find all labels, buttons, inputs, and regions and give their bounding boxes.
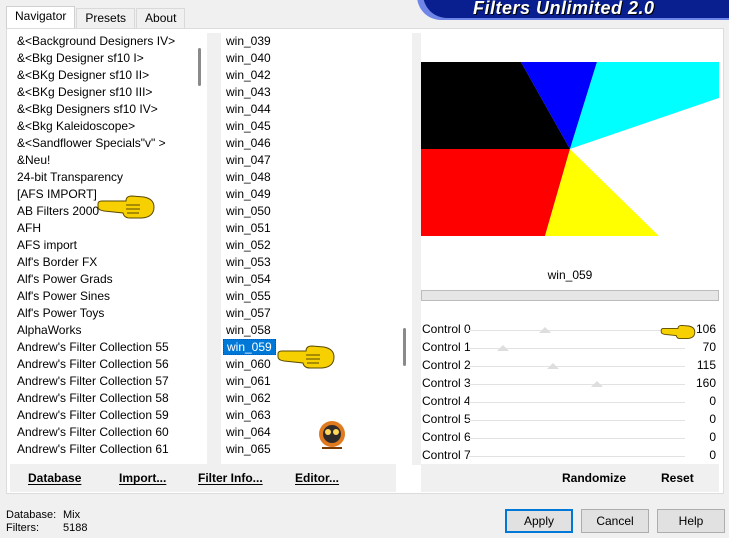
category-item[interactable]: 24-bit Transparency — [12, 169, 190, 186]
filter-item[interactable]: win_048 — [221, 169, 396, 186]
filter-item[interactable]: win_049 — [221, 186, 396, 203]
list-toolbar: Database Import... Filter Info... Editor… — [10, 464, 396, 492]
filter-item[interactable]: win_058 — [221, 322, 396, 339]
category-item[interactable]: Andrew's Filter Collection 58 — [12, 390, 190, 407]
category-item[interactable]: &<Bkg Designers sf10 IV> — [12, 101, 190, 118]
category-item[interactable]: &<Background Designers IV> — [12, 33, 190, 50]
filter-item[interactable]: win_057 — [221, 305, 396, 322]
apply-button[interactable]: Apply — [505, 509, 573, 533]
database-value: Mix — [63, 509, 81, 521]
cancel-button[interactable]: Cancel — [581, 509, 649, 533]
filter-item[interactable]: win_047 — [221, 152, 396, 169]
category-item[interactable]: Alf's Border FX — [12, 254, 190, 271]
list-gutter — [207, 33, 221, 465]
category-item[interactable]: AlphaWorks — [12, 322, 190, 339]
filter-item[interactable]: win_064 — [221, 424, 396, 441]
control-7[interactable]: Control 7 0 — [421, 446, 719, 464]
category-item[interactable]: Andrew's Filter Collection 61 — [12, 441, 190, 458]
filter-item[interactable]: win_050 — [221, 203, 396, 220]
category-item[interactable]: Alf's Power Toys — [12, 305, 190, 322]
filter-item[interactable]: win_039 — [221, 33, 396, 50]
category-list[interactable]: &<Background Designers IV> &<Bkg Designer… — [12, 33, 190, 465]
category-item[interactable]: Alf's Power Grads — [12, 271, 190, 288]
category-item[interactable]: &<Bkg Designer sf10 I> — [12, 50, 190, 67]
control-6[interactable]: Control 6 0 — [421, 428, 719, 446]
category-item[interactable]: &<BKg Designer sf10 III> — [12, 84, 190, 101]
control-5[interactable]: Control 5 0 — [421, 410, 719, 428]
filter-item[interactable]: win_054 — [221, 271, 396, 288]
filter-item[interactable]: win_052 — [221, 237, 396, 254]
import-button[interactable]: Import... — [119, 471, 166, 485]
reset-button[interactable]: Reset — [661, 471, 694, 485]
app-banner: Filters Unlimited 2.0 — [423, 0, 729, 18]
progress-bar — [421, 290, 719, 301]
filter-item[interactable]: win_055 — [221, 288, 396, 305]
tab-bar: Navigator Presets About — [6, 6, 186, 28]
banner-title: Filters Unlimited 2.0 — [473, 0, 655, 18]
filters-label: Filters: — [6, 522, 39, 534]
database-info: Database: Mix — [6, 509, 80, 521]
control-toolbar: Randomize Reset — [421, 464, 719, 492]
filter-item[interactable]: win_061 — [221, 373, 396, 390]
category-item[interactable]: AFH — [12, 220, 190, 237]
category-item[interactable]: Alf's Power Sines — [12, 288, 190, 305]
filters-count: 5188 — [63, 522, 88, 534]
filter-item[interactable]: win_044 — [221, 101, 396, 118]
filter-list[interactable]: win_039 win_040 win_042 win_043 win_044 win_0… — [221, 33, 396, 465]
control-4[interactable]: Control 4 0 — [421, 392, 719, 410]
category-item[interactable]: Andrew's Filter Collection 56 — [12, 356, 190, 373]
editor-button[interactable]: Editor... — [295, 471, 339, 485]
database-button[interactable]: Database — [28, 471, 81, 485]
category-item[interactable]: Andrew's Filter Collection 57 — [12, 373, 190, 390]
filter-preview — [421, 62, 719, 236]
filter-item[interactable]: win_040 — [221, 50, 396, 67]
category-item[interactable]: &<BKg Designer sf10 II> — [12, 67, 190, 84]
hand-pointer-icon — [660, 324, 696, 340]
list-gutter — [412, 33, 421, 465]
category-item[interactable]: Andrew's Filter Collection 59 — [12, 407, 190, 424]
filter-item[interactable]: win_062 — [221, 390, 396, 407]
watermark-logo — [319, 421, 345, 449]
filter-item[interactable]: win_063 — [221, 407, 396, 424]
database-label: Database: — [6, 509, 57, 521]
tab-about[interactable]: About — [136, 8, 186, 28]
filter-item[interactable]: win_046 — [221, 135, 396, 152]
filter-item[interactable]: win_051 — [221, 220, 396, 237]
category-scrollbar[interactable] — [193, 33, 207, 465]
help-button[interactable]: Help — [657, 509, 725, 533]
filter-scrollbar[interactable] — [398, 33, 412, 465]
filter-scroll-thumb[interactable] — [403, 328, 406, 366]
category-item[interactable]: &<Bkg Kaleidoscope> — [12, 118, 190, 135]
control-sliders: Control 0 106 Control 1 70 Control 2 115… — [421, 320, 719, 464]
category-item[interactable]: Andrew's Filter Collection 60 — [12, 424, 190, 441]
category-item[interactable]: &Neu! — [12, 152, 190, 169]
preview-filter-name: win_059 — [547, 268, 593, 282]
filter-item[interactable]: win_065 — [221, 441, 396, 458]
tab-navigator[interactable]: Navigator — [6, 6, 76, 28]
category-item[interactable]: AFS import — [12, 237, 190, 254]
filter-item[interactable]: win_053 — [221, 254, 396, 271]
hand-pointer-icon — [97, 195, 155, 219]
control-2[interactable]: Control 2 115 — [421, 356, 719, 374]
tab-presets[interactable]: Presets — [76, 8, 136, 28]
control-3[interactable]: Control 3 160 — [421, 374, 719, 392]
category-item[interactable]: &<Sandflower Specials"v" > — [12, 135, 190, 152]
filter-item[interactable]: win_043 — [221, 84, 396, 101]
category-item[interactable]: Andrew's Filter Collection 55 — [12, 339, 190, 356]
filter-item[interactable]: win_042 — [221, 67, 396, 84]
hand-pointer-icon — [277, 345, 335, 369]
filter-info-button[interactable]: Filter Info... — [198, 471, 263, 485]
filter-item[interactable]: win_045 — [221, 118, 396, 135]
category-scroll-thumb[interactable] — [198, 48, 201, 86]
randomize-button[interactable]: Randomize — [562, 471, 626, 485]
filters-info: Filters: 5188 — [6, 522, 87, 534]
